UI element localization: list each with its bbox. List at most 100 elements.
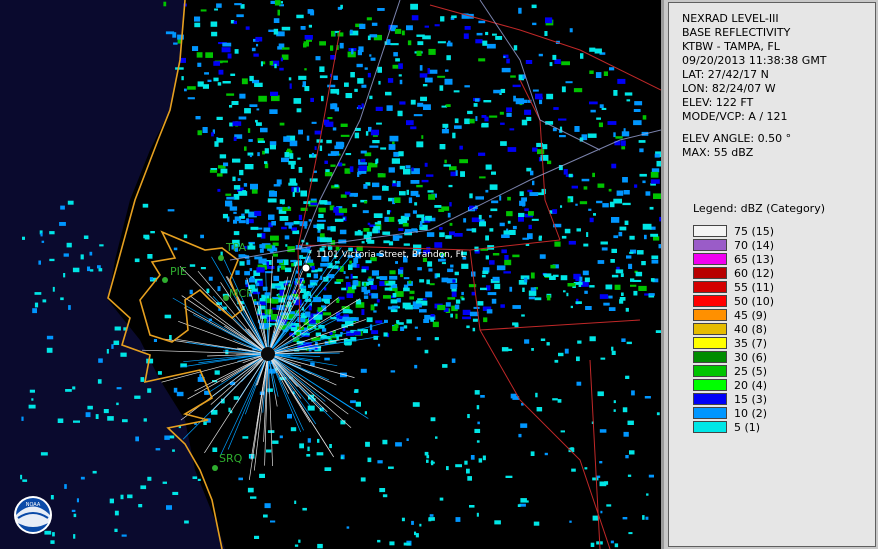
echo-cell — [227, 53, 232, 59]
echo-cell — [266, 449, 272, 453]
echo-cell — [341, 287, 347, 291]
radar-map[interactable]: NOAA TPA PIE MCF SRQ 1101 Victoria Stree… — [0, 0, 664, 549]
echo-cell — [513, 95, 516, 102]
echo-cell — [134, 395, 141, 399]
echo-cell — [336, 279, 344, 282]
echo-cell — [464, 118, 470, 125]
echo-cell — [377, 173, 386, 178]
echo-cell — [610, 540, 614, 544]
echo-cell — [536, 407, 543, 412]
echo-cell — [369, 145, 379, 148]
echo-cell — [464, 85, 470, 88]
echo-cell — [166, 505, 172, 510]
echo-cell — [72, 386, 76, 390]
echo-cell — [634, 184, 638, 188]
echo-cell — [461, 297, 465, 301]
echo-cell — [361, 241, 365, 244]
echo-cell — [468, 284, 477, 288]
echo-cell — [87, 266, 91, 272]
echo-cell — [257, 152, 260, 157]
echo-cell — [290, 259, 297, 263]
echo-cell — [354, 132, 360, 139]
echo-cell — [239, 93, 246, 99]
echo-cell — [349, 166, 354, 173]
echo-cell — [611, 217, 620, 223]
address-pin[interactable] — [301, 263, 311, 273]
echo-cell — [264, 163, 269, 169]
echo-cell — [450, 284, 458, 290]
echo-cell — [288, 77, 292, 81]
echo-cell — [449, 202, 452, 207]
echo-cell — [127, 494, 133, 499]
echo-cell — [621, 338, 626, 342]
echo-cell — [491, 298, 497, 304]
legend-label: 60 (12) — [734, 266, 775, 280]
echo-cell — [319, 75, 328, 79]
echo-cell — [340, 134, 350, 137]
echo-cell — [67, 200, 74, 205]
legend-row: 75 (15) — [693, 224, 774, 238]
echo-cell — [372, 195, 382, 200]
echo-cell — [50, 540, 55, 544]
echo-cell — [479, 221, 486, 227]
echo-cell — [234, 3, 242, 6]
echo-cell — [622, 407, 628, 413]
echo-cell — [59, 222, 66, 226]
echo-cell — [455, 464, 462, 468]
echo-cell — [446, 466, 449, 471]
echo-cell — [619, 297, 626, 301]
legend-swatch — [693, 267, 727, 279]
legend-label: 10 (2) — [734, 406, 768, 420]
legend-swatch — [693, 365, 727, 377]
echo-cell — [413, 303, 422, 308]
echo-cell — [506, 112, 512, 117]
echo-cell — [319, 237, 329, 243]
echo-cell — [478, 20, 486, 24]
echo-cell — [453, 233, 463, 237]
echo-cell — [382, 186, 389, 191]
echo-cell — [173, 387, 178, 393]
echo-cell — [561, 61, 570, 66]
echo-cell — [184, 88, 187, 92]
echo-cell — [227, 203, 233, 207]
echo-cell — [471, 217, 480, 223]
legend-label: 40 (8) — [734, 322, 768, 336]
echo-cell — [372, 228, 378, 234]
echo-cell — [143, 234, 150, 239]
echo-cell — [270, 235, 279, 241]
echo-cell — [626, 255, 632, 259]
echo-cell — [438, 208, 445, 212]
echo-cell — [584, 277, 590, 283]
echo-cell — [249, 104, 258, 107]
echo-cell — [455, 313, 458, 319]
echo-cell — [157, 371, 162, 375]
echo-cell — [589, 47, 596, 52]
echo-cell — [570, 305, 573, 309]
echo-cell — [172, 491, 179, 495]
echo-cell — [526, 116, 532, 121]
echo-cell — [263, 318, 267, 324]
echo-cell — [336, 336, 339, 341]
legend-label: 25 (5) — [734, 364, 768, 378]
echo-cell — [307, 446, 310, 452]
echo-cell — [394, 323, 399, 329]
echo-cell — [394, 28, 402, 34]
echo-cell — [576, 228, 581, 232]
echo-cell — [280, 57, 283, 62]
echo-cell — [472, 318, 478, 322]
echo-cell — [561, 235, 567, 239]
echo-cell — [246, 259, 251, 265]
echo-cell — [478, 458, 483, 463]
echo-cell — [49, 231, 55, 235]
echo-cell — [360, 158, 366, 162]
echo-cell — [85, 412, 91, 418]
echo-cell — [619, 226, 627, 231]
echo-cell — [279, 67, 284, 71]
echo-cell — [443, 164, 451, 167]
echo-cell — [564, 228, 571, 234]
echo-cell — [32, 308, 37, 314]
echo-cell — [520, 99, 528, 103]
echo-cell — [249, 268, 253, 272]
echo-cell — [375, 320, 383, 324]
echo-cell — [540, 154, 549, 161]
